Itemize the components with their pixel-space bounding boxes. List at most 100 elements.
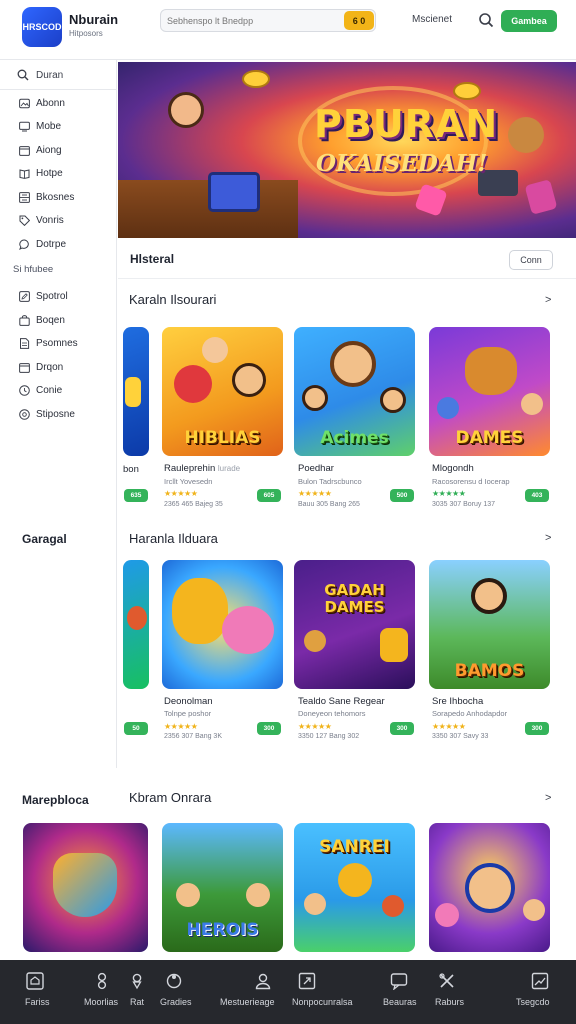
game-thumbnail[interactable]: DAMES (429, 327, 550, 456)
nav-label: Beauras (383, 997, 417, 1007)
nav-item-rat[interactable]: Rat (126, 960, 148, 1024)
hero-banner[interactable]: PBURAN OKAISEDAH! (118, 62, 576, 238)
game-card-subtitle: Doneyeon tehomors (298, 709, 366, 718)
history-title: Hlsteral (130, 252, 175, 266)
sidebar-item-conie[interactable]: Conie (0, 380, 117, 402)
game-card-subtitle: Sorapedo Anhodapdor (432, 709, 508, 718)
divider (118, 278, 576, 279)
brand-subtitle: Hitposors (69, 29, 103, 38)
sidebar-item-spotrol[interactable]: Spotrol (0, 286, 117, 308)
game-thumbnail[interactable]: SANREI (294, 823, 415, 952)
character-art (176, 883, 200, 907)
nav-item-beauras[interactable]: Beauras (382, 960, 417, 1024)
top-nav-link[interactable]: Mscienet (412, 14, 452, 25)
nav-item-gradies[interactable]: Gradies (158, 960, 194, 1024)
home-icon (26, 972, 44, 990)
image-icon (19, 98, 30, 109)
sidebar-item-bkosnes[interactable]: Bkosnes (0, 187, 117, 209)
game-card-meta: 2365 465 Bajeg 35 (164, 501, 223, 508)
sidebar-item-boqen[interactable]: Boqen (0, 310, 117, 332)
play-badge[interactable]: 403 (525, 489, 549, 502)
game-thumbnail[interactable] (429, 823, 550, 952)
external-icon (298, 972, 316, 990)
coin-icon (453, 82, 481, 100)
search-button[interactable]: 6 0 (344, 11, 374, 30)
game-thumbnail[interactable] (123, 327, 149, 456)
play-badge[interactable]: 50 (124, 722, 148, 735)
top-bar: HRSCOD Nburain Hitposors 6 0 Mscienet Ga… (0, 0, 576, 60)
rating-stars: ★★★★★ (432, 489, 466, 498)
game-thumbnail[interactable]: GADAH DAMES (294, 560, 415, 689)
nav-item-tsegcdo[interactable]: Tsegcdo (514, 960, 558, 1024)
calendar-icon (19, 363, 30, 373)
sidebar-item-hotpe[interactable]: Hotpe (0, 163, 117, 185)
play-badge[interactable]: 500 (390, 489, 414, 502)
app-logo[interactable]: HRSCOD (22, 7, 62, 47)
nav-item-moorlias[interactable]: Moorlias (78, 960, 124, 1024)
sidebar-item-drqon[interactable]: Drqon (0, 357, 117, 379)
game-thumbnail-title: HEROIS (186, 920, 259, 940)
nav-label: Moorlias (84, 997, 119, 1007)
nav-item-nonpocunralsa[interactable]: Nonpocunralsa (292, 960, 353, 1024)
game-thumbnail[interactable] (162, 560, 283, 689)
tools-icon (439, 973, 454, 988)
hero-title: PBURAN (314, 102, 499, 146)
game-card-name: Deonolman (164, 696, 213, 707)
game-thumbnail[interactable]: HIBLIAS (162, 327, 283, 456)
sidebar-item-vonris[interactable]: Vonris (0, 210, 117, 232)
search-icon[interactable] (478, 12, 494, 28)
sidebar-item-aiong[interactable]: Aiong (0, 140, 117, 162)
nav-item-mestuerieage[interactable]: Mestuerieage (218, 960, 280, 1024)
game-thumbnail[interactable] (23, 823, 148, 952)
rating-stars: ★★★★★ (164, 489, 198, 498)
nav-label: Tsegcdo (516, 997, 550, 1007)
play-badge[interactable]: 300 (390, 722, 414, 735)
character-art (382, 895, 404, 917)
hero-subtitle: OKAISEDAH! (316, 150, 488, 177)
game-thumbnail[interactable]: BAMOS (429, 560, 550, 689)
play-badge[interactable]: 300 (257, 722, 281, 735)
coin-icon (242, 70, 270, 88)
section-arrow-icon[interactable]: > (545, 294, 551, 306)
nav-label: Nonpocunralsa (292, 997, 353, 1007)
nav-label: Mestuerieage (220, 997, 275, 1007)
sidebar-item-mobe[interactable]: Mobe (0, 116, 117, 138)
sidebar-item-psomnes[interactable]: Psomnes (0, 333, 117, 355)
sidebar-section-label: Si hfubee (13, 264, 54, 275)
sidebar-item-label: Stiposne (36, 409, 75, 420)
section-arrow-icon[interactable]: > (545, 532, 551, 544)
sidebar-item-stiposne[interactable]: Stiposne (0, 404, 117, 426)
sidebar-search[interactable]: Duran (0, 60, 117, 90)
hero-block-art (524, 179, 558, 215)
sidebar-item-abonn[interactable]: Abonn (0, 93, 117, 115)
play-badge[interactable]: 635 (124, 489, 148, 502)
hero-tablet-art (208, 172, 260, 212)
play-badge[interactable]: 605 (257, 489, 281, 502)
game-card-subtitle: Racosorensu d Iocerap (432, 477, 510, 486)
section-arrow-icon[interactable]: > (545, 792, 551, 804)
game-card-name: bon (123, 464, 139, 475)
game-card-name: Rauleprehin lurade (164, 463, 240, 474)
sidebar-item-label: Abonn (36, 98, 65, 109)
game-thumbnail[interactable]: HEROIS (162, 823, 283, 952)
sidebar: Duran Abonn Mobe Aiong Hotpe Bkosnes Von… (0, 60, 117, 768)
game-thumbnail[interactable]: Acimes (294, 327, 415, 456)
cta-button[interactable]: Gambea (501, 10, 557, 32)
character-art (380, 387, 406, 413)
game-thumbnail[interactable] (123, 560, 149, 689)
rating-stars: ★★★★★ (298, 489, 332, 498)
search-bar: 6 0 (160, 9, 376, 32)
character-art (465, 863, 515, 913)
sidebar-item-label: Drqon (36, 362, 64, 373)
sidebar-item-dotrpe[interactable]: Dotrpe (0, 234, 117, 256)
pencil-icon (19, 291, 30, 302)
character-art (338, 863, 372, 897)
brand-name: Nburain (69, 12, 119, 27)
history-button[interactable]: Conn (509, 250, 553, 270)
nav-item-fariss[interactable]: Fariss (0, 960, 70, 1024)
search-input[interactable] (167, 13, 343, 28)
play-badge[interactable]: 300 (525, 722, 549, 735)
nav-item-raburs[interactable]: Raburs (434, 960, 464, 1024)
sidebar-item-label: Aiong (36, 145, 62, 156)
game-card-subtitle: Ircllt Yovesedn (164, 477, 213, 486)
